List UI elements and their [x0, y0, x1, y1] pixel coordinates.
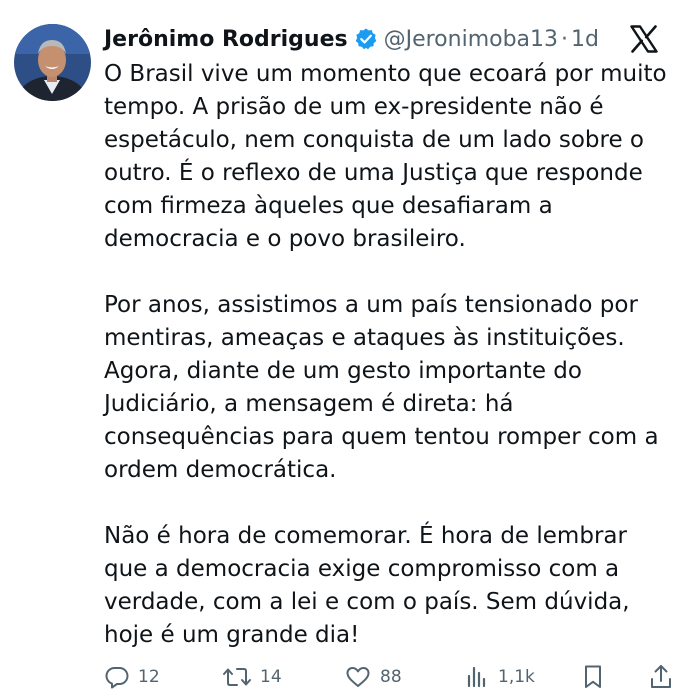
views-chart-icon [467, 666, 486, 688]
tweet-text: O Brasil vive um momento que ecoará por … [104, 58, 674, 652]
tweet-paragraph: Não é hora de comemorar. É hora de lembr… [104, 523, 630, 648]
avatar-image [14, 24, 91, 101]
author-handle[interactable]: @Jeronimoba13 [384, 27, 558, 52]
views-button[interactable]: 1,1k [464, 660, 535, 694]
tweet-paragraph: O Brasil vive um momento que ecoará por … [104, 61, 667, 252]
author-display-name[interactable]: Jerônimo Rodrigues [104, 27, 348, 52]
like-button[interactable]: 88 [344, 660, 402, 694]
avatar[interactable] [14, 24, 91, 101]
reply-count: 12 [138, 667, 160, 687]
repost-button[interactable]: 14 [222, 660, 282, 694]
reply-icon [105, 667, 129, 689]
tweet-timestamp[interactable]: 1d [571, 27, 599, 52]
tweet-paragraph: Por anos, assistimos a um país tensionad… [104, 292, 659, 483]
action-bar: 12 14 88 1,1k [104, 660, 678, 694]
header-separator: · [561, 26, 569, 52]
tweet[interactable]: Jerônimo Rodrigues @Jeronimoba13 · 1d O … [0, 0, 687, 700]
share-icon [651, 665, 671, 688]
repost-count: 14 [260, 667, 282, 687]
bookmark-icon [585, 665, 601, 688]
like-count: 88 [380, 667, 402, 687]
x-logo-icon [629, 24, 659, 54]
repost-icon [223, 668, 251, 686]
share-button[interactable] [648, 660, 674, 694]
bookmark-button[interactable] [580, 660, 606, 694]
verified-badge-icon [354, 27, 378, 51]
views-count: 1,1k [498, 667, 535, 687]
tweet-header: Jerônimo Rodrigues @Jeronimoba13 · 1d [104, 22, 599, 56]
reply-button[interactable]: 12 [104, 660, 160, 694]
heart-icon [346, 667, 370, 687]
